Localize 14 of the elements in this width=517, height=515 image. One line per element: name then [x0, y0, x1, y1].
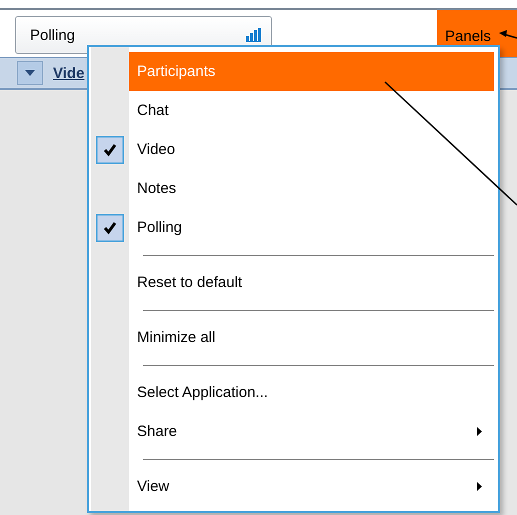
menu-item[interactable]: Select Application...	[129, 373, 494, 412]
menu-item[interactable]: Minimize all	[129, 318, 494, 357]
menu-item[interactable]: Reset to default	[129, 263, 494, 302]
annotation-arrow	[499, 30, 517, 39]
bar-chart-icon	[246, 28, 261, 42]
dropdown-button[interactable]	[17, 61, 43, 85]
panel-title: Vide	[53, 64, 84, 82]
menu-item[interactable]: Video	[129, 130, 494, 169]
menu-item[interactable]: Polling	[129, 208, 494, 247]
menu-item[interactable]: Share	[129, 412, 494, 451]
menu-item[interactable]: Chat	[129, 91, 494, 130]
menu-item[interactable]: Notes	[129, 169, 494, 208]
menu-item[interactable]: View	[129, 467, 494, 506]
caret-icon	[25, 70, 35, 76]
